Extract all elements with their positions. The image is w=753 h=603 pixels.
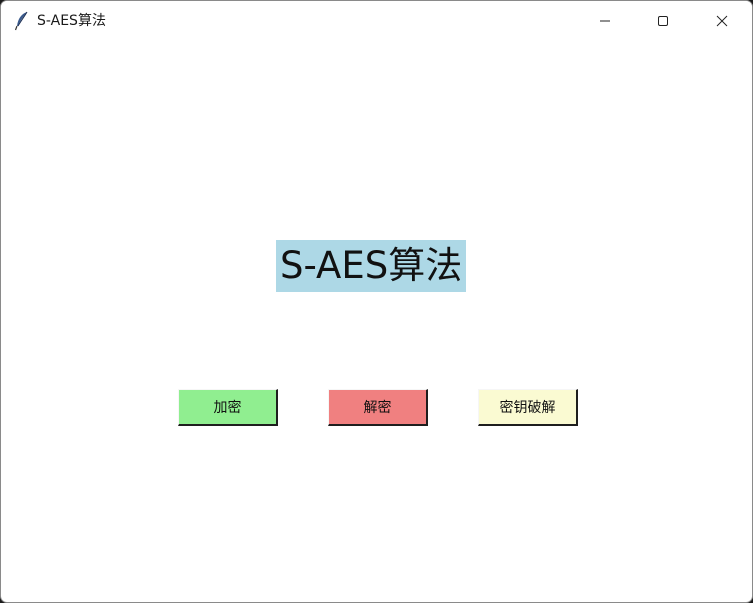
- close-icon: [716, 15, 728, 27]
- encrypt-button[interactable]: 加密: [178, 389, 278, 426]
- close-button[interactable]: [693, 1, 751, 41]
- key-crack-button[interactable]: 密钥破解: [478, 389, 578, 426]
- title-bar[interactable]: S-AES算法: [1, 1, 752, 41]
- window-title: S-AES算法: [37, 13, 106, 29]
- feather-icon: [14, 11, 30, 31]
- maximize-icon: [657, 15, 669, 27]
- maximize-button[interactable]: [634, 1, 692, 41]
- decrypt-button[interactable]: 解密: [328, 389, 428, 426]
- minimize-button[interactable]: [576, 1, 634, 41]
- app-window: S-AES算法 S-AES算法 加密 解密 密钥破解: [0, 0, 753, 603]
- minimize-icon: [599, 15, 611, 27]
- main-heading: S-AES算法: [276, 240, 467, 292]
